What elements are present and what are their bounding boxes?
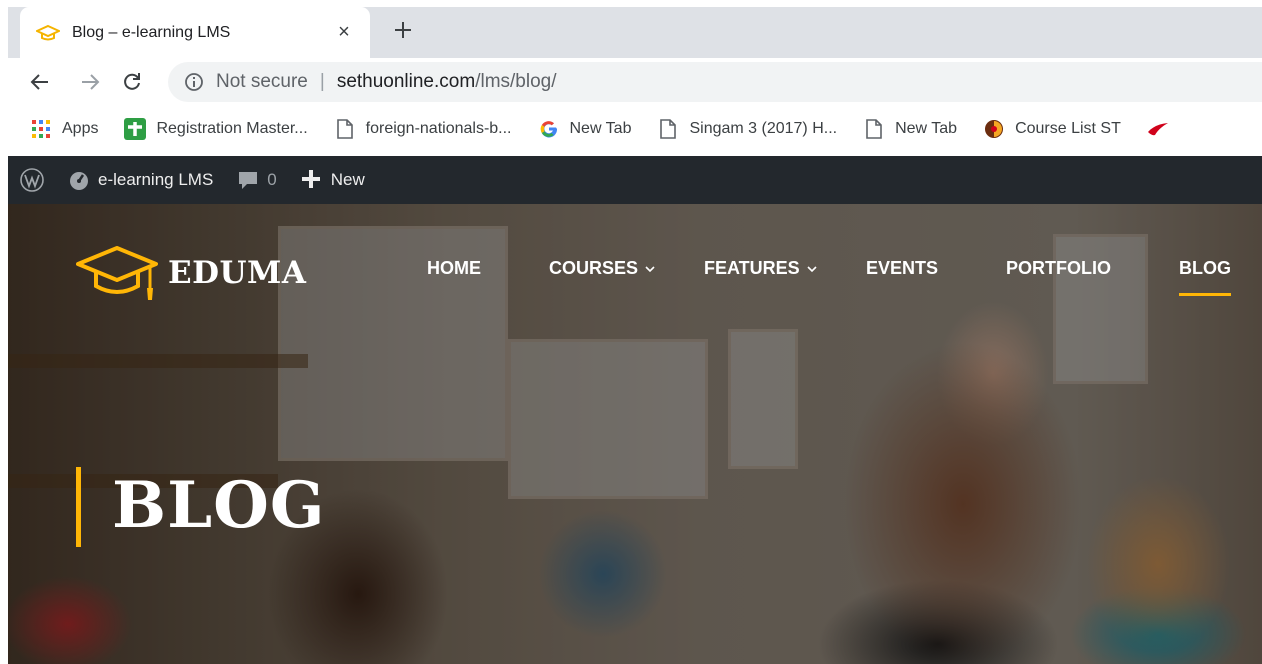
course-icon (983, 118, 1005, 140)
address-bar[interactable]: Not secure | sethuonline.com/lms/blog/ (168, 62, 1262, 102)
nav-blog[interactable]: BLOG (1179, 258, 1231, 279)
title-accent-bar (76, 467, 81, 547)
url-host: sethuonline.com (336, 71, 476, 92)
plus-icon (301, 169, 323, 191)
chevron-down-icon (644, 263, 656, 275)
hero-banner: EDUMA HOME COURSES FEATURES EVENTS PORTF… (8, 204, 1262, 664)
reload-button[interactable] (118, 68, 146, 96)
plus-cross-icon (124, 118, 147, 140)
bookmark-overflow[interactable] (1147, 118, 1179, 140)
nav-label: COURSES (549, 258, 639, 278)
page-title: BLOG (112, 468, 326, 543)
wordpress-icon (20, 168, 44, 192)
page-icon (657, 118, 679, 140)
bookmark-singam[interactable]: Singam 3 (2017) H... (657, 118, 837, 140)
wp-new-label: New (330, 170, 365, 189)
nav-courses[interactable]: COURSES (549, 258, 656, 279)
chevron-down-icon (806, 263, 818, 275)
graduation-cap-icon (36, 24, 60, 42)
bookmark-label: Registration Master... (156, 120, 308, 137)
wp-new-content[interactable]: New (301, 169, 365, 191)
bookmark-label: Course List ST (1015, 120, 1121, 137)
bookmark-new-tab-google[interactable]: New Tab (538, 118, 632, 140)
browser-tab[interactable]: Blog – e-learning LMS × (20, 7, 370, 58)
back-button[interactable] (26, 68, 54, 96)
brand-name: EDUMA (168, 255, 307, 291)
nav-label: EVENTS (866, 258, 939, 278)
bookmark-label: New Tab (569, 120, 632, 137)
bookmark-foreign-nationals[interactable]: foreign-nationals-b... (334, 118, 512, 140)
browser-toolbar: Not secure | sethuonline.com/lms/blog/ (0, 58, 1262, 106)
bookmark-apps[interactable]: Apps (30, 118, 98, 140)
page-icon (863, 118, 885, 140)
nav-label: HOME (427, 258, 481, 278)
bookmark-course-list[interactable]: Course List ST (983, 118, 1121, 140)
dashboard-gauge-icon (68, 169, 90, 191)
wp-admin-bar: e-learning LMS 0 New (8, 156, 1262, 204)
nav-label: FEATURES (704, 258, 800, 278)
nav-label: BLOG (1179, 258, 1231, 278)
back-arrow-icon (30, 74, 48, 90)
nav-label: PORTFOLIO (1006, 258, 1111, 278)
bookmarks-bar: Apps Registration Master... foreign-nati… (0, 106, 1262, 152)
browser-tabstrip: Blog – e-learning LMS × (0, 0, 1262, 58)
forward-arrow-icon (82, 74, 100, 90)
url-separator: | (319, 71, 325, 92)
nav-active-indicator (1179, 293, 1231, 296)
bookmark-label: New Tab (895, 120, 958, 137)
bookmark-registration[interactable]: Registration Master... (124, 118, 308, 140)
plus-icon (395, 22, 411, 38)
wp-site-label: e-learning LMS (98, 170, 214, 189)
reload-icon (124, 73, 140, 90)
nav-portfolio[interactable]: PORTFOLIO (1006, 258, 1111, 279)
bookmark-label: Apps (62, 120, 99, 137)
wp-logo-button[interactable] (8, 168, 44, 192)
google-icon (538, 118, 560, 140)
graduation-cap-icon (76, 246, 158, 300)
nav-features[interactable]: FEATURES (704, 258, 818, 279)
bookmark-new-tab[interactable]: New Tab (863, 118, 957, 140)
site-logo[interactable]: EDUMA (76, 244, 306, 302)
tab-close-icon[interactable]: × (330, 19, 358, 47)
comment-bubble-icon (237, 169, 259, 191)
apps-grid-icon (30, 118, 52, 140)
bookmark-label: foreign-nationals-b... (365, 120, 512, 137)
swoosh-icon (1147, 118, 1169, 140)
new-tab-button[interactable] (388, 15, 418, 45)
nav-home[interactable]: HOME (427, 258, 481, 279)
tab-title: Blog – e-learning LMS (72, 23, 231, 41)
url-path: /lms/blog/ (475, 71, 557, 92)
bookmark-label: Singam 3 (2017) H... (689, 120, 838, 137)
info-icon[interactable] (184, 72, 204, 92)
security-label[interactable]: Not secure (216, 71, 308, 93)
wp-comments[interactable]: 0 (237, 169, 277, 191)
wp-site-name[interactable]: e-learning LMS (68, 169, 213, 191)
wp-comments-count: 0 (267, 170, 277, 189)
forward-button[interactable] (76, 68, 104, 96)
nav-events[interactable]: EVENTS (866, 258, 938, 279)
page-icon (334, 118, 356, 140)
